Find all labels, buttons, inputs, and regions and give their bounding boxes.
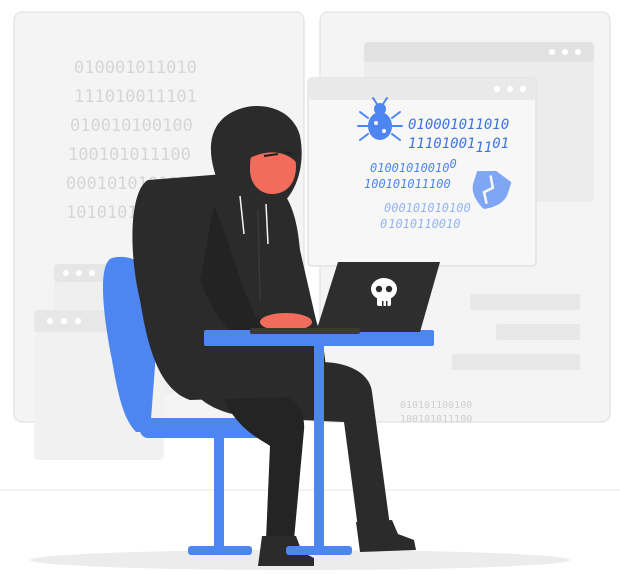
binary-line: 000101010100: [384, 201, 471, 215]
binary-line: 010101100100: [400, 400, 472, 411]
window-dot: [519, 85, 527, 93]
binary-line: 111010011101: [74, 87, 197, 107]
binary-line: 100101011100: [400, 414, 472, 425]
binary-line: 010001011010: [74, 58, 197, 78]
popup-binary-bold: 010001011010 111010011101: [408, 117, 509, 156]
shoe-right: [356, 520, 416, 552]
binary-line: 01010110010: [380, 217, 460, 231]
binary-line: 100101011100: [68, 145, 191, 165]
binary-line: 010001011010: [408, 117, 509, 133]
binary-line: 010010100100: [70, 116, 193, 136]
binary-line: 100101011100: [364, 177, 451, 191]
hacker-illustration: 010001011010 111010011101 010010100100 1…: [0, 11, 620, 570]
popup-binary-mid: 010010100100 100101011100: [364, 157, 457, 191]
window-dot: [506, 85, 514, 93]
popup-window: 010001011010 111010011101 010010100100 1…: [307, 77, 537, 267]
window-dot: [493, 85, 501, 93]
